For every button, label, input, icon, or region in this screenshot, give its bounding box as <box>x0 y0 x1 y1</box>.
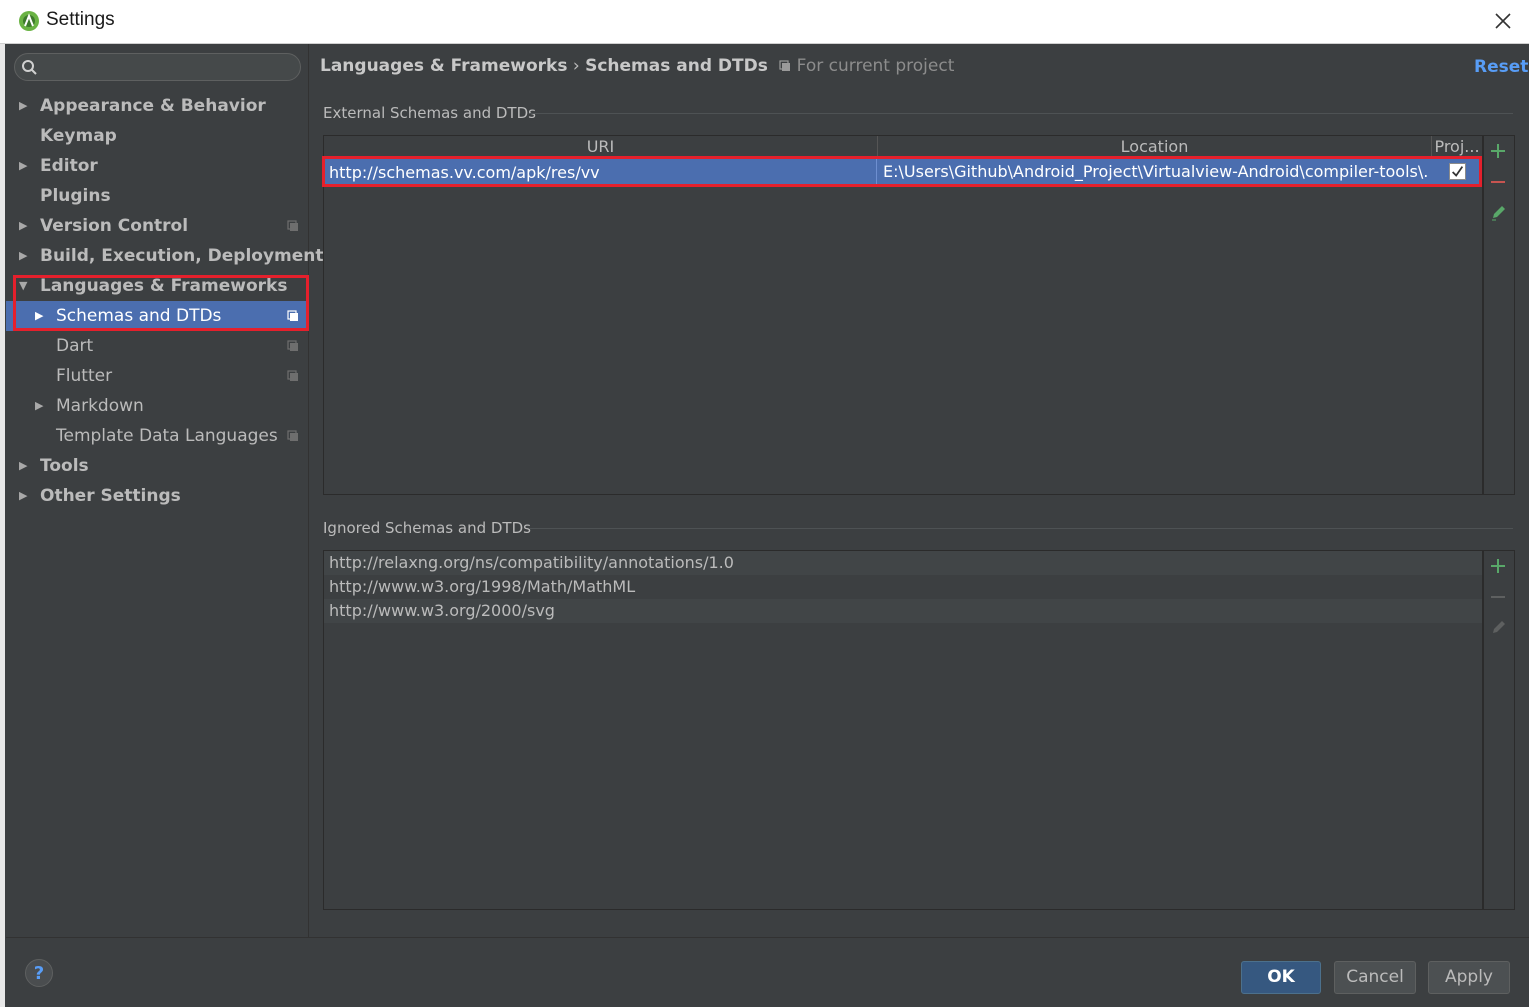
sidebar-item-label: Markdown <box>56 396 144 416</box>
breadcrumb-separator: › <box>572 56 580 76</box>
search-icon <box>22 60 37 75</box>
external-section-separator <box>530 113 1513 114</box>
cancel-button[interactable]: Cancel <box>1334 961 1416 994</box>
project-scope-icon <box>287 340 298 351</box>
expand-arrow-right-icon[interactable]: ▶ <box>19 211 33 241</box>
sidebar-item[interactable]: Keymap <box>6 121 309 151</box>
sidebar-item[interactable]: Plugins <box>6 181 309 211</box>
project-scope-icon <box>287 220 298 231</box>
sidebar-item[interactable]: ▶ Editor <box>6 151 309 181</box>
sidebar-item-label: Version Control <box>40 216 189 236</box>
help-button[interactable]: ? <box>25 959 53 987</box>
window-title: Settings <box>46 9 115 30</box>
sidebar-item-label: Keymap <box>40 126 117 146</box>
list-item[interactable]: http://www.w3.org/2000/svg <box>324 599 1482 623</box>
external-schemas-table[interactable] <box>323 135 1483 495</box>
sidebar-item[interactable]: Template Data Languages <box>6 421 309 451</box>
column-header-project[interactable]: Proj... <box>1432 136 1482 158</box>
sidebar-item-label: Build, Execution, Deployment <box>40 246 324 266</box>
sidebar-item-label: Dart <box>56 336 94 356</box>
external-table-header: URI Location Proj... <box>324 136 1482 158</box>
ignored-section-label: Ignored Schemas and DTDs <box>323 519 531 537</box>
search-input[interactable] <box>14 53 301 81</box>
expand-arrow-right-icon[interactable]: ▶ <box>19 481 33 511</box>
sidebar-item[interactable]: ▶ Tools <box>6 451 309 481</box>
edit-icon[interactable] <box>1488 618 1508 638</box>
expand-arrow-right-icon[interactable]: ▶ <box>35 391 49 421</box>
window-title-bar <box>0 0 1529 44</box>
add-icon[interactable] <box>1488 556 1508 576</box>
sidebar-item-label: Appearance & Behavior <box>40 96 266 116</box>
ignored-section-separator <box>530 528 1513 529</box>
highlight-box-sidebar <box>13 275 309 331</box>
sidebar-item-label: Template Data Languages <box>56 426 278 446</box>
project-scope-icon <box>779 60 791 71</box>
expand-arrow-right-icon[interactable]: ▶ <box>19 91 33 121</box>
external-section-label: External Schemas and DTDs <box>323 104 536 122</box>
remove-icon[interactable] <box>1488 587 1508 607</box>
sidebar-item-label: Tools <box>40 456 89 476</box>
project-scope-icon <box>287 370 298 381</box>
android-studio-icon <box>19 11 39 31</box>
apply-button[interactable]: Apply <box>1428 961 1510 994</box>
edit-icon[interactable] <box>1488 203 1508 223</box>
column-header-uri[interactable]: URI <box>324 136 878 158</box>
remove-icon[interactable] <box>1488 172 1508 192</box>
expand-arrow-right-icon[interactable]: ▶ <box>19 241 33 271</box>
expand-arrow-right-icon[interactable]: ▶ <box>19 151 33 181</box>
sidebar-item[interactable]: ▶ Appearance & Behavior <box>6 91 309 121</box>
sidebar-item[interactable]: Flutter <box>6 361 309 391</box>
sidebar-item[interactable]: ▶ Build, Execution, Deployment <box>6 241 324 271</box>
sidebar-item[interactable]: ▶ Other Settings <box>6 481 309 511</box>
highlight-box-row <box>322 156 1482 187</box>
column-header-location[interactable]: Location <box>878 136 1432 158</box>
reset-link[interactable]: Reset <box>1474 57 1528 77</box>
sidebar-item-label: Plugins <box>40 186 111 206</box>
sidebar-item[interactable]: ▶ Markdown <box>6 391 309 421</box>
scope-note: For current project <box>796 56 955 76</box>
sidebar-item-label: Editor <box>40 156 98 176</box>
expand-arrow-right-icon[interactable]: ▶ <box>19 451 33 481</box>
list-item[interactable]: http://www.w3.org/1998/Math/MathML <box>324 575 1482 599</box>
breadcrumb-parent[interactable]: Languages & Frameworks <box>320 56 567 76</box>
background-window-edge <box>0 44 5 1007</box>
project-scope-icon <box>287 430 298 441</box>
sidebar-item-label: Other Settings <box>40 486 181 506</box>
add-icon[interactable] <box>1488 141 1508 161</box>
breadcrumb-current: Schemas and DTDs <box>585 56 768 76</box>
ok-button[interactable]: OK <box>1241 961 1321 994</box>
sidebar-item-label: Flutter <box>56 366 113 386</box>
sidebar-item[interactable]: ▶ Version Control <box>6 211 309 241</box>
sidebar-item[interactable]: Dart <box>6 331 309 361</box>
breadcrumb: Languages & Frameworks › Schemas and DTD… <box>320 56 954 76</box>
close-icon[interactable] <box>1490 8 1516 34</box>
list-item[interactable]: http://relaxng.org/ns/compatibility/anno… <box>324 551 1482 575</box>
